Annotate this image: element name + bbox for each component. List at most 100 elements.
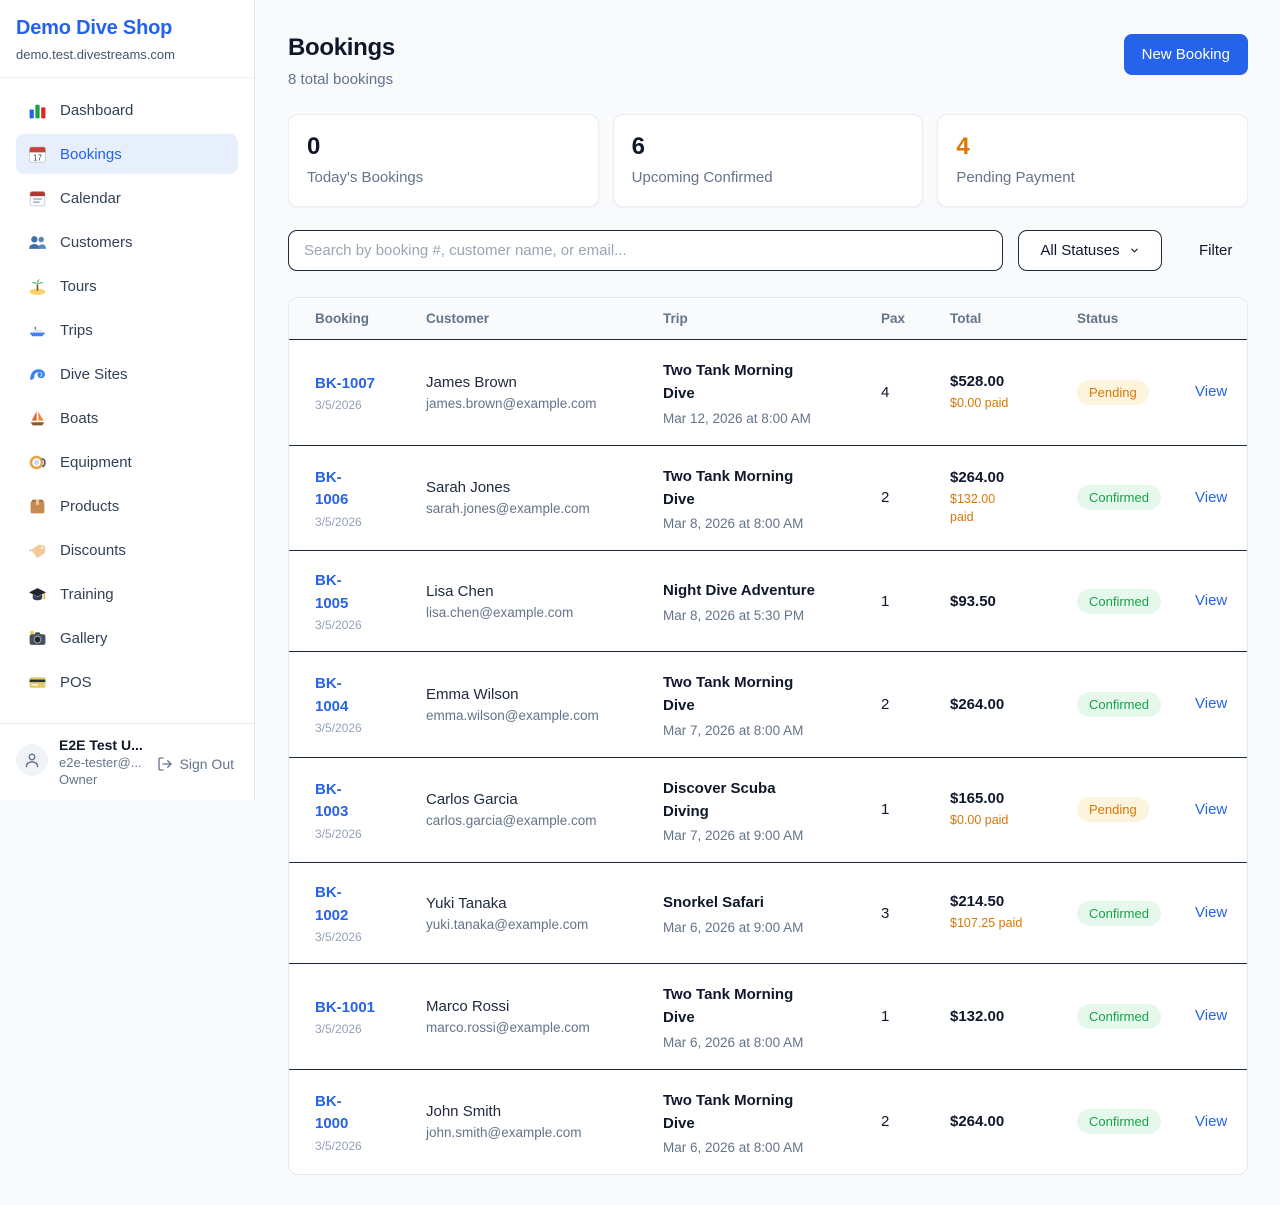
sidebar-item-label: Discounts xyxy=(60,542,126,559)
trip-name: Two Tank Morning Dive xyxy=(663,359,881,406)
main-content: Bookings 8 total bookings New Booking 0 … xyxy=(255,0,1280,1205)
booking-id-link[interactable]: BK- 1004 xyxy=(315,673,426,718)
stat-value: 0 xyxy=(307,133,580,161)
table-row: BK-1001 3/5/2026 Marco Rossi marco.rossi… xyxy=(289,964,1247,1070)
customer-cell: Lisa Chen lisa.chen@example.com xyxy=(426,583,663,620)
stat-card: 0 Today's Bookings xyxy=(288,114,599,207)
view-cell: View xyxy=(1195,1113,1227,1131)
brand-domain: demo.test.divestreams.com xyxy=(16,47,238,62)
sidebar-item-label: Customers xyxy=(60,234,133,251)
pax-value: 1 xyxy=(881,801,950,818)
total-amount: $264.00 xyxy=(950,696,1077,713)
booking-id-link[interactable]: BK- 1000 xyxy=(315,1091,426,1136)
page-subtitle: 8 total bookings xyxy=(288,71,395,88)
sidebar-item-equipment[interactable]: Equipment xyxy=(16,442,238,482)
booking-id-link[interactable]: BK- 1002 xyxy=(315,882,426,927)
view-link[interactable]: View xyxy=(1195,592,1227,609)
customer-cell: Carlos Garcia carlos.garcia@example.com xyxy=(426,791,663,828)
total-cell: $264.00 xyxy=(950,1113,1077,1130)
sidebar-item-pos[interactable]: POS xyxy=(16,662,238,702)
status-select-value: All Statuses xyxy=(1040,242,1119,259)
stat-card: 4 Pending Payment xyxy=(937,114,1248,207)
total-cell: $264.00 xyxy=(950,696,1077,713)
trip-datetime: Mar 12, 2026 at 8:00 AM xyxy=(663,411,881,426)
view-link[interactable]: View xyxy=(1195,1113,1227,1130)
sidebar-item-products[interactable]: Products xyxy=(16,486,238,526)
trip-cell: Two Tank Morning Dive Mar 12, 2026 at 8:… xyxy=(663,359,881,426)
customer-cell: Sarah Jones sarah.jones@example.com xyxy=(426,479,663,516)
stat-label: Pending Payment xyxy=(956,169,1229,186)
filter-button[interactable]: Filter xyxy=(1193,241,1238,260)
trip-name: Two Tank Morning Dive xyxy=(663,983,881,1030)
booking-id-link[interactable]: BK- 1003 xyxy=(315,779,426,824)
trip-datetime: Mar 6, 2026 at 8:00 AM xyxy=(663,1035,881,1050)
booking-id-link[interactable]: BK- 1006 xyxy=(315,467,426,512)
status-select[interactable]: All Statuses xyxy=(1018,230,1162,271)
status-cell: Pending xyxy=(1077,797,1195,822)
trip-datetime: Mar 6, 2026 at 9:00 AM xyxy=(663,920,881,935)
pax-value: 2 xyxy=(881,1113,950,1130)
sidebar-item-calendar[interactable]: Calendar xyxy=(16,178,238,218)
status-badge: Pending xyxy=(1077,380,1149,405)
customer-name: Emma Wilson xyxy=(426,686,663,703)
chevron-down-icon xyxy=(1129,245,1140,256)
sidebar-item-training[interactable]: Training xyxy=(16,574,238,614)
sidebar-item-customers[interactable]: Customers xyxy=(16,222,238,262)
pax-value: 1 xyxy=(881,593,950,610)
paid-amount: $0.00 paid xyxy=(950,812,1077,830)
sidebar-item-label: Boats xyxy=(60,410,98,427)
sidebar-item-discounts[interactable]: Discounts xyxy=(16,530,238,570)
customer-name: Marco Rossi xyxy=(426,998,663,1015)
customer-cell: John Smith john.smith@example.com xyxy=(426,1103,663,1140)
paid-amount: $132.00 paid xyxy=(950,491,1077,526)
customer-cell: James Brown james.brown@example.com xyxy=(426,374,663,411)
paid-amount: $107.25 paid xyxy=(950,915,1077,933)
bar-chart-icon xyxy=(28,101,47,120)
view-link[interactable]: View xyxy=(1195,1007,1227,1024)
booking-id-link[interactable]: BK-1007 xyxy=(315,373,426,396)
view-cell: View xyxy=(1195,592,1227,610)
new-booking-button[interactable]: New Booking xyxy=(1124,34,1248,75)
table-row: BK- 1004 3/5/2026 Emma Wilson emma.wilso… xyxy=(289,652,1247,758)
customer-name: Sarah Jones xyxy=(426,479,663,496)
table-row: BK- 1006 3/5/2026 Sarah Jones sarah.jone… xyxy=(289,446,1247,552)
pax-value: 4 xyxy=(881,384,950,401)
booking-id-link[interactable]: BK-1001 xyxy=(315,997,426,1020)
trip-datetime: Mar 6, 2026 at 8:00 AM xyxy=(663,1140,881,1155)
pax-value: 2 xyxy=(881,696,950,713)
view-link[interactable]: View xyxy=(1195,383,1227,400)
brand: Demo Dive Shop demo.test.divestreams.com xyxy=(0,0,254,78)
sidebar-item-label: Bookings xyxy=(60,146,122,163)
sidebar-item-tours[interactable]: Tours xyxy=(16,266,238,306)
customer-email: marco.rossi@example.com xyxy=(426,1020,663,1035)
status-cell: Confirmed xyxy=(1077,692,1195,717)
sidebar-nav: Dashboard 17 Bookings Calendar Customers… xyxy=(0,78,254,723)
view-link[interactable]: View xyxy=(1195,904,1227,921)
user-info: E2E Test U... e2e-tester@... Owner xyxy=(59,737,140,787)
booking-id-link[interactable]: BK- 1005 xyxy=(315,570,426,615)
credit-card-icon xyxy=(28,673,47,692)
status-badge: Pending xyxy=(1077,797,1149,822)
view-cell: View xyxy=(1195,801,1227,819)
sidebar-item-boats[interactable]: Boats xyxy=(16,398,238,438)
view-link[interactable]: View xyxy=(1195,801,1227,818)
sidebar-item-gallery[interactable]: Gallery xyxy=(16,618,238,658)
sidebar-item-dive-sites[interactable]: Dive Sites xyxy=(16,354,238,394)
search-input[interactable] xyxy=(288,230,1003,271)
trip-name: Two Tank Morning Dive xyxy=(663,465,881,512)
column-header-booking: Booking xyxy=(315,311,426,326)
sign-out-button[interactable]: Sign Out xyxy=(151,755,240,773)
avatar xyxy=(16,744,48,776)
user-role: Owner xyxy=(59,772,140,787)
view-link[interactable]: View xyxy=(1195,695,1227,712)
trip-name: Discover Scuba Diving xyxy=(663,777,881,824)
sailboat-icon xyxy=(28,409,47,428)
sidebar-item-label: Calendar xyxy=(60,190,121,207)
sidebar-item-dashboard[interactable]: Dashboard xyxy=(16,90,238,130)
customer-name: Lisa Chen xyxy=(426,583,663,600)
view-link[interactable]: View xyxy=(1195,489,1227,506)
user-email: e2e-tester@... xyxy=(59,755,140,770)
sidebar-item-trips[interactable]: Trips xyxy=(16,310,238,350)
sidebar-item-bookings[interactable]: 17 Bookings xyxy=(16,134,238,174)
trip-cell: Two Tank Morning Dive Mar 6, 2026 at 8:0… xyxy=(663,983,881,1050)
